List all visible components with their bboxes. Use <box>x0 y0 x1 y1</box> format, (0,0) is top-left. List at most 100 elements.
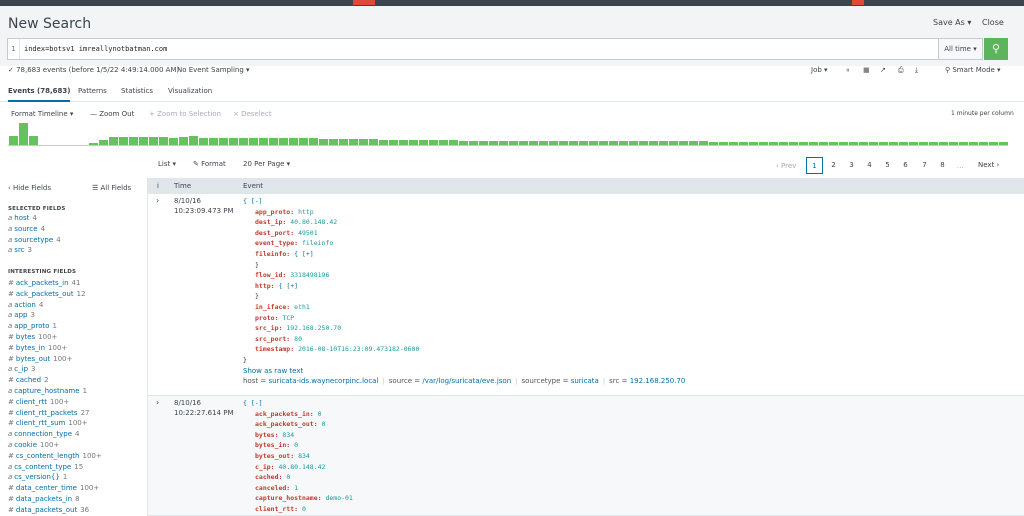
field-item[interactable]: a cookie 100+ <box>8 441 59 449</box>
field-item[interactable]: a src 3 <box>8 246 32 254</box>
search-button[interactable]: ⚲ <box>984 38 1008 60</box>
field-name[interactable]: data_packets_out <box>16 506 77 514</box>
timeline-bar[interactable] <box>619 141 628 145</box>
field-name[interactable]: host <box>14 214 29 222</box>
zoom-out-button[interactable]: — Zoom Out <box>90 110 134 118</box>
next-page-button[interactable]: Next › <box>978 157 999 174</box>
timeline-bar[interactable] <box>219 137 228 145</box>
save-as-button[interactable]: Save As ▾ <box>933 18 971 27</box>
timeline-bar[interactable] <box>209 137 218 145</box>
json-value[interactable]: http <box>298 208 314 216</box>
field-item[interactable]: # data_packets_out 36 <box>8 506 89 514</box>
metadata-value[interactable]: suricata <box>571 377 599 385</box>
field-item[interactable]: # ack_packets_in 41 <box>8 279 80 287</box>
json-value[interactable]: 834 <box>298 452 310 460</box>
timeline-bar[interactable] <box>439 140 448 145</box>
timeline-bar[interactable] <box>989 142 998 145</box>
timeline-bar[interactable] <box>939 142 948 145</box>
field-name[interactable]: src <box>14 246 24 254</box>
timeline-bar[interactable] <box>599 141 608 145</box>
field-name[interactable]: action <box>14 301 36 309</box>
json-key[interactable]: bytes: <box>255 431 278 439</box>
timeline-bar[interactable] <box>719 141 728 145</box>
timeline-bar[interactable] <box>809 141 818 145</box>
field-name[interactable]: data_packets_in <box>16 495 72 503</box>
export-icon[interactable]: ⤓ <box>915 66 918 75</box>
json-key[interactable]: client_rtt: <box>255 505 298 513</box>
timeline-bar[interactable] <box>429 140 438 145</box>
timeline-bar[interactable] <box>869 142 878 145</box>
json-value[interactable]: 40.80.148.42 <box>290 218 337 226</box>
timeline-bar[interactable] <box>479 140 488 145</box>
field-name[interactable]: bytes <box>16 333 35 341</box>
search-query-text[interactable]: index=botsv1 imreallynotbatman.com <box>24 39 167 59</box>
timeline-bar[interactable] <box>689 141 698 145</box>
timeline-bar[interactable] <box>909 142 918 145</box>
json-key[interactable]: event_type: <box>255 239 298 247</box>
timeline-bar[interactable] <box>189 135 198 145</box>
timeline-bar[interactable] <box>889 142 898 145</box>
timeline-bar[interactable] <box>239 137 248 145</box>
field-item[interactable]: a capture_hostname 1 <box>8 387 87 395</box>
field-name[interactable]: bytes_in <box>16 344 45 352</box>
timeline-bar[interactable] <box>569 141 578 145</box>
timeline-bar[interactable] <box>659 141 668 145</box>
timeline-bar[interactable] <box>549 141 558 145</box>
expand-chevron-icon[interactable]: › <box>156 398 159 407</box>
timeline-bar[interactable] <box>999 142 1008 145</box>
field-name[interactable]: source <box>14 225 37 233</box>
timeline-bar[interactable] <box>489 140 498 145</box>
page-button[interactable]: 3 <box>843 157 860 174</box>
json-key[interactable]: flow_id: <box>255 271 286 279</box>
json-key[interactable]: dest_ip: <box>255 218 286 226</box>
field-item[interactable]: # cs_content_length 100+ <box>8 452 102 460</box>
timeline-bar[interactable] <box>369 139 378 145</box>
json-collapse-toggle[interactable]: { [-] <box>243 196 685 207</box>
json-value[interactable]: 0 <box>286 473 290 481</box>
json-key[interactable]: canceled: <box>255 484 290 492</box>
tab-events[interactable]: Events (78,683) <box>8 87 71 102</box>
field-name[interactable]: capture_hostname <box>14 387 79 395</box>
timeline-bar[interactable] <box>179 136 188 145</box>
json-value[interactable]: 0 <box>322 420 326 428</box>
timeline-bar[interactable] <box>509 140 518 145</box>
expand-chevron-icon[interactable]: › <box>156 196 159 205</box>
timeline-bar[interactable] <box>589 141 598 145</box>
field-item[interactable]: a connection_type 4 <box>8 430 79 438</box>
field-name[interactable]: cs_content_type <box>14 463 71 471</box>
timeline-bar[interactable] <box>709 141 718 145</box>
close-button[interactable]: Close <box>982 18 1004 27</box>
json-key[interactable]: proto: <box>255 314 278 322</box>
field-name[interactable]: bytes_out <box>16 355 50 363</box>
tab-statistics[interactable]: Statistics <box>121 87 153 95</box>
timeline-bar[interactable] <box>609 141 618 145</box>
field-item[interactable]: a app_proto 1 <box>8 322 57 330</box>
show-raw-text-link[interactable]: Show as raw text <box>243 366 685 377</box>
field-item[interactable]: a c_ip 3 <box>8 365 36 373</box>
timeline-bar[interactable] <box>739 141 748 145</box>
field-item[interactable]: # data_packets_in 8 <box>8 495 80 503</box>
page-button[interactable]: 7 <box>916 157 933 174</box>
field-item[interactable]: a cs_content_type 15 <box>8 463 83 471</box>
json-key[interactable]: bytes_in: <box>255 441 290 449</box>
field-item[interactable]: # client_rtt 100+ <box>8 398 69 406</box>
page-button[interactable]: 2 <box>825 157 842 174</box>
share-icon[interactable]: ↗ <box>880 66 886 74</box>
json-value[interactable]: 80 <box>294 335 302 343</box>
all-fields-button[interactable]: ☰ All Fields <box>92 184 131 192</box>
timeline-bar[interactable] <box>359 138 368 145</box>
timeline-bar[interactable] <box>89 143 98 145</box>
timeline-bar[interactable] <box>639 141 648 145</box>
format-timeline-dropdown[interactable]: Format Timeline ▾ <box>11 110 73 118</box>
timeline-bar[interactable] <box>669 141 678 145</box>
timeline-bar[interactable] <box>819 141 828 145</box>
timeline-bar[interactable] <box>279 137 288 145</box>
field-name[interactable]: ack_packets_out <box>16 290 74 298</box>
timeline-bar[interactable] <box>459 140 468 145</box>
field-item[interactable]: a action 4 <box>8 301 43 309</box>
timeline-bar[interactable] <box>129 137 138 145</box>
page-button[interactable]: 6 <box>897 157 914 174</box>
json-value[interactable]: TCP <box>282 314 294 322</box>
timeline-bar[interactable] <box>149 136 158 145</box>
timeline-bar[interactable] <box>199 137 208 145</box>
